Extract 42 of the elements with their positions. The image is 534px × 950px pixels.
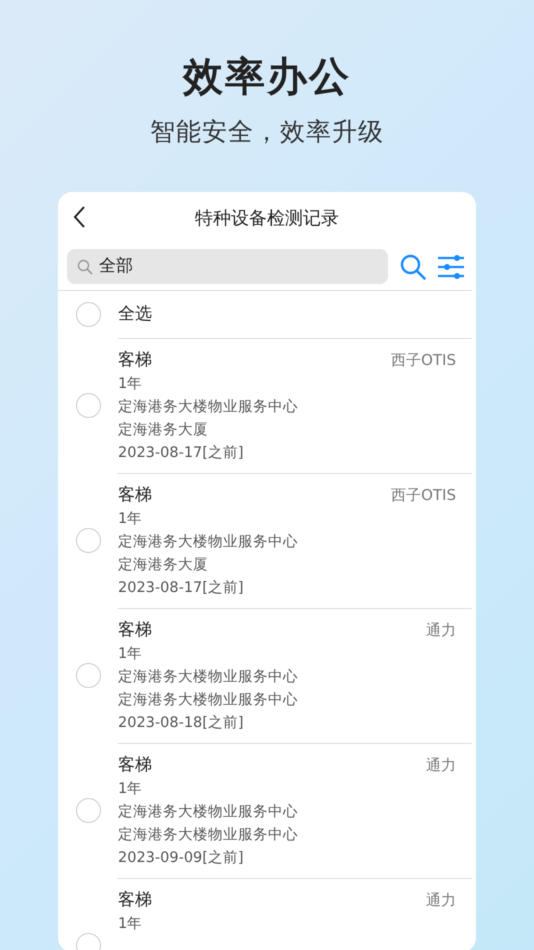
period-text: 1年 bbox=[118, 510, 144, 529]
back-icon bbox=[72, 204, 86, 229]
vendor-label: 西子OTIS bbox=[391, 350, 456, 371]
hero-subtitle: 智能安全，效率升级 bbox=[149, 116, 385, 148]
hero-title: 效率办公 bbox=[181, 53, 352, 102]
period-text: 1年 bbox=[118, 375, 144, 394]
equipment-type: 客梯 bbox=[118, 889, 152, 912]
back-button[interactable] bbox=[72, 204, 86, 229]
period-text: 1年 bbox=[118, 915, 144, 934]
filter-button[interactable] bbox=[438, 254, 464, 278]
record-detail: 定海港务大楼物业服务中心 bbox=[118, 398, 299, 417]
record-detail: 定海港务大楼物业服务中心 bbox=[118, 668, 299, 687]
record-detail: 定海港务大楼物业服务中心 bbox=[118, 690, 299, 710]
record-detail: 2023-08-17[之前] bbox=[118, 578, 245, 598]
search-icon bbox=[77, 258, 93, 274]
equipment-type: 客梯 bbox=[118, 484, 152, 507]
record-detail: 定海港务大厦 bbox=[118, 420, 209, 440]
equipment-type: 客梯 bbox=[118, 619, 152, 642]
equipment-type: 客梯 bbox=[118, 754, 152, 777]
period-text: 1年 bbox=[118, 780, 144, 799]
equipment-type: 客梯 bbox=[118, 349, 152, 372]
search-button[interactable] bbox=[400, 254, 426, 280]
page-title: 特种设备检测记录 bbox=[195, 206, 339, 230]
search-field[interactable]: 全部 bbox=[67, 249, 388, 284]
record-checkbox[interactable] bbox=[76, 798, 100, 823]
record-checkbox[interactable] bbox=[76, 393, 100, 418]
vendor-label: 通力 bbox=[426, 620, 456, 641]
vendor-label: 西子OTIS bbox=[391, 484, 456, 506]
period-text: 1年 bbox=[118, 645, 144, 664]
record-detail: 2023-08-17[之前] bbox=[118, 444, 245, 463]
record-detail: 2023-09-09[之前] bbox=[118, 848, 245, 868]
record-checkbox[interactable] bbox=[76, 663, 100, 688]
record-detail: 定海港务大楼物业服务中心 bbox=[118, 826, 299, 845]
record-detail: 定海港务大楼物业服务中心 bbox=[118, 532, 299, 552]
record-detail: 定海港务大楼物业服务中心 bbox=[118, 802, 299, 822]
select-all-checkbox[interactable] bbox=[76, 302, 100, 327]
vendor-label: 通力 bbox=[426, 754, 456, 776]
record-detail: 2023-08-18[之前] bbox=[118, 714, 245, 733]
select-all-label: 全选 bbox=[118, 302, 152, 326]
record-detail: 定海港务大厦 bbox=[118, 556, 209, 575]
record-checkbox[interactable] bbox=[76, 528, 100, 553]
vendor-label: 通力 bbox=[426, 890, 456, 911]
